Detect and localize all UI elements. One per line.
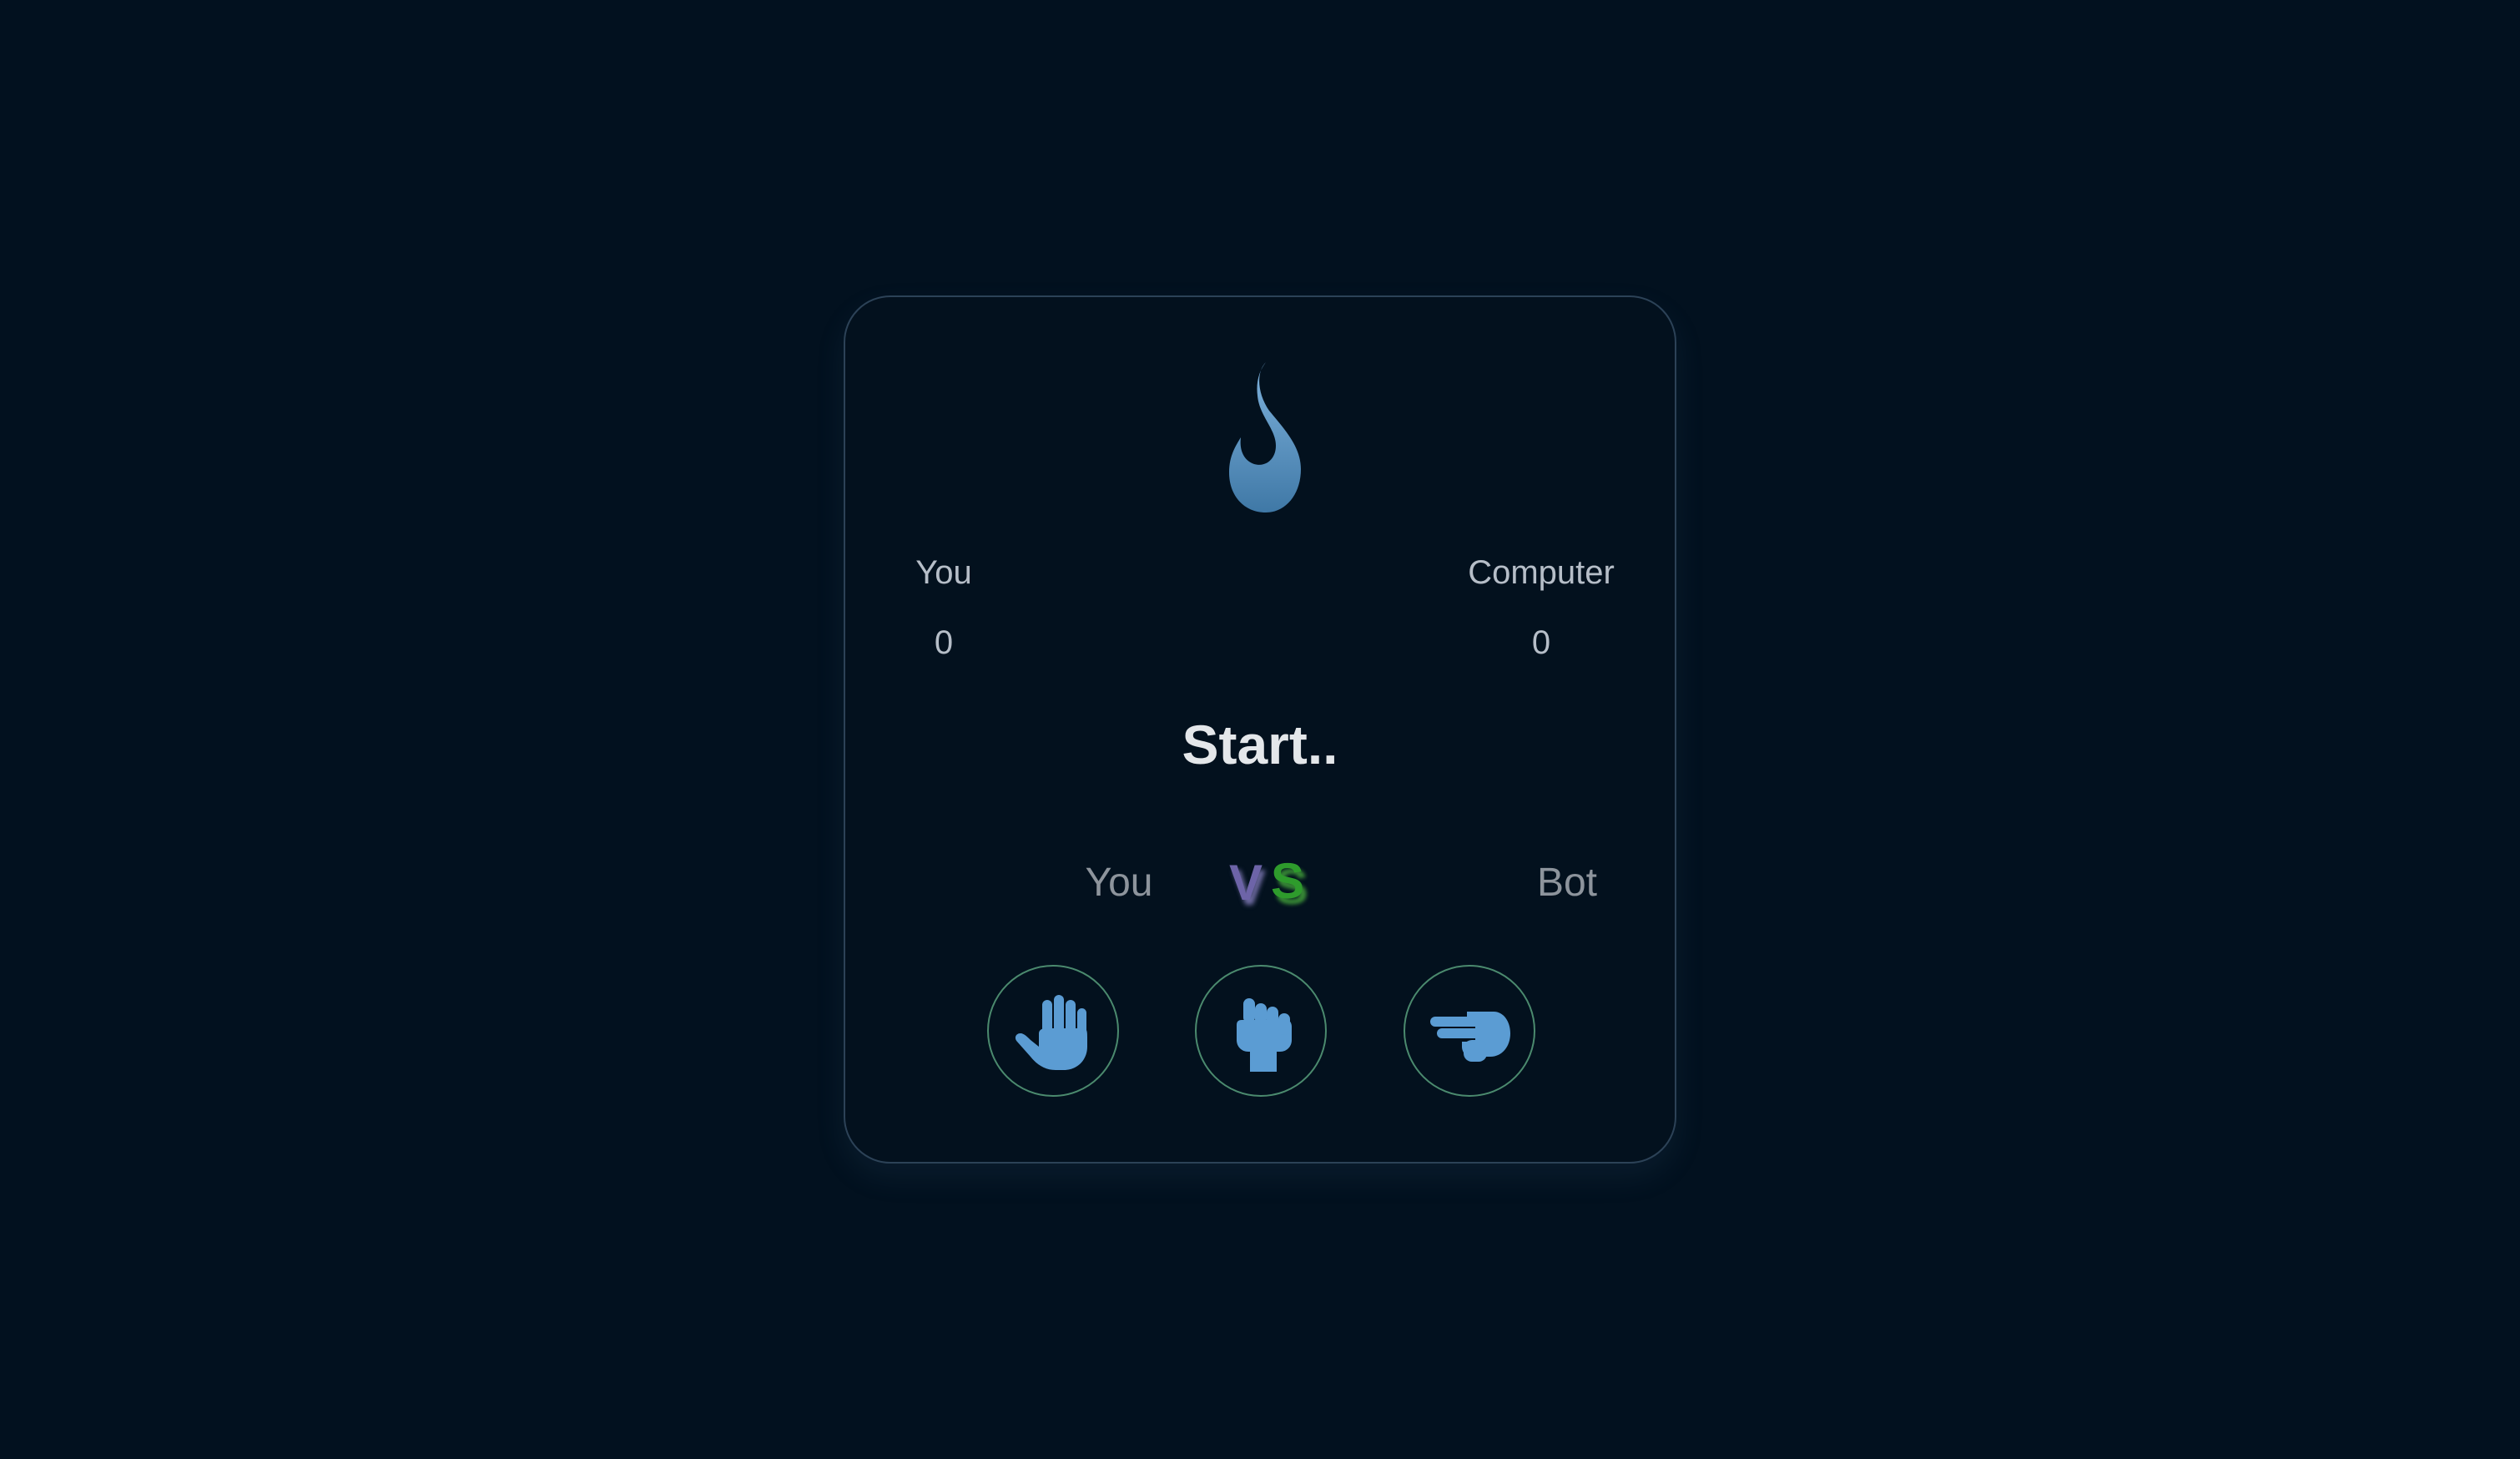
computer-score-panel: Computer 0 — [1441, 548, 1641, 668]
computer-score-value: 0 — [1531, 624, 1551, 661]
vs-letter-v: V — [1229, 855, 1263, 911]
game-card: You 0 Computer 0 Start.. You V S Bot — [844, 295, 1676, 1164]
versus-row: You V S Bot — [845, 848, 1675, 923]
vs-badge: V S — [1212, 850, 1313, 916]
game-status: Start.. — [1182, 714, 1338, 775]
computer-score-label: Computer — [1468, 554, 1615, 591]
vs-letter-s: S — [1271, 853, 1305, 909]
fist-icon — [1237, 998, 1292, 1072]
versus-bot-label: Bot — [1536, 861, 1598, 905]
paper-button[interactable] — [987, 965, 1119, 1097]
two-finger-hand-icon — [1430, 1012, 1510, 1062]
player-score-label: You — [915, 554, 972, 591]
scissors-button[interactable] — [1404, 965, 1535, 1097]
player-score-panel: You 0 — [877, 548, 1011, 668]
flame-logo-icon — [1196, 359, 1333, 517]
versus-player-label: You — [1085, 861, 1153, 905]
player-score-value: 0 — [934, 624, 954, 661]
open-hand-icon — [1015, 995, 1087, 1070]
rock-button[interactable] — [1195, 965, 1327, 1097]
